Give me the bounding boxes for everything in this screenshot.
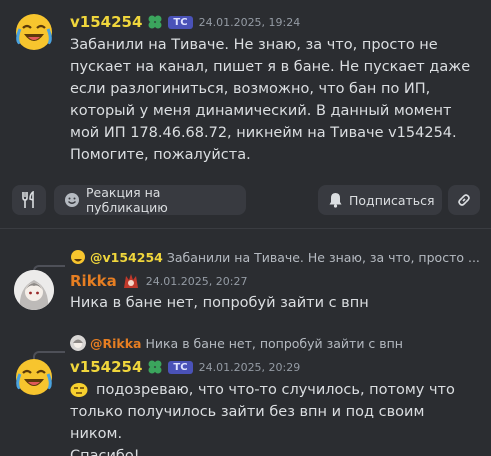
react-button[interactable]: Реакция на публикацию [54,185,246,215]
reply-avatar [70,249,86,265]
role-icon [122,272,140,290]
reply-mention[interactable]: @v154254 [90,250,163,265]
message-line: Помогите, пожалуйста. [70,147,251,163]
message-line-wrap: подозреваю, что что-то случилось, потому… [70,379,480,401]
smile-icon [64,192,80,208]
message-line: мой ИП 178.46.68.72, никнейм на Тиваче v… [70,125,457,141]
message-line: подозреваю, что что-то случилось, потому… [96,382,455,398]
message-line: Ника в бане нет, попробуй зайти с впн [70,295,369,311]
utensils-icon [21,191,37,209]
reply-text: Забанили на Тиваче. Не знаю, за что, про… [166,249,480,265]
message-line: пускает на канал, пишет я в бане. Не пус… [70,59,471,75]
follow-button[interactable]: Подписаться [318,185,442,215]
timestamp: 24.01.2025, 20:27 [145,274,248,288]
reply-preview[interactable]: @v154254 Забанили на Тиваче. Не знаю, за… [70,249,480,265]
avatar[interactable] [14,270,54,310]
message-header: Rikka 24.01.2025, 20:27 [70,272,247,290]
avatar[interactable] [14,12,54,52]
emoji-icon [70,382,88,398]
follow-label: Подписаться [349,192,435,208]
copy-link-button[interactable] [448,185,480,215]
role-tag[interactable]: TC [168,360,193,374]
divider [0,228,491,229]
message-content: Ника в бане нет, попробуй зайти с впн [70,292,480,314]
message-header: v154254 TC 24.01.2025, 20:29 [70,358,300,376]
message-line: если разлогиниться, возможно, что бан по… [70,81,431,97]
link-icon [456,192,472,208]
clover-icon [147,14,163,30]
clover-icon [147,359,163,375]
message-content: Забанили на Тиваче. Не знаю, за что, про… [70,34,480,166]
username[interactable]: Rikka [70,272,117,290]
bell-icon [328,192,343,208]
tags-button[interactable] [12,185,46,215]
message-line: который у меня динамический. В данный мо… [70,103,452,119]
username[interactable]: v154254 [70,13,142,31]
reply-avatar [70,335,86,351]
role-tag[interactable]: TC [168,15,193,29]
reply-preview[interactable]: @Rikka Ника в бане нет, попробуй зайти с… [70,335,403,351]
react-label: Реакция на публикацию [86,185,168,215]
reply-text: Ника в бане нет, попробуй зайти с впн [145,335,403,351]
message-header: v154254 TC 24.01.2025, 19:24 [70,13,300,31]
username[interactable]: v154254 [70,358,142,376]
timestamp: 24.01.2025, 20:29 [198,360,301,374]
message-line: Забанили на Тиваче. Не знаю, за что, про… [70,37,438,53]
message-line: Спасибо!... [70,448,154,456]
message-content: подозреваю, что что-то случилось, потому… [70,379,480,456]
timestamp: 24.01.2025, 19:24 [198,15,301,29]
avatar[interactable] [14,357,54,397]
reply-mention[interactable]: @Rikka [90,336,141,351]
message-line: только получилось зайти без впн и под св… [70,404,425,442]
